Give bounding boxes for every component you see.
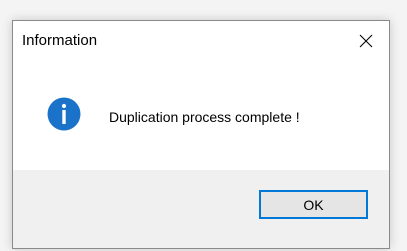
info-icon: [47, 97, 81, 131]
dialog-footer: OK: [13, 170, 389, 248]
title-bar[interactable]: Information: [13, 21, 389, 61]
dialog-title: Information: [22, 32, 98, 49]
close-button[interactable]: [343, 21, 389, 61]
dialog-message: Duplication process complete !: [109, 109, 300, 125]
dialog-content: Duplication process complete !: [13, 61, 389, 171]
ok-button[interactable]: OK: [259, 190, 368, 219]
ok-button-label: OK: [303, 196, 324, 213]
close-icon: [359, 34, 373, 48]
information-dialog: Information Duplication process complete…: [12, 20, 390, 249]
